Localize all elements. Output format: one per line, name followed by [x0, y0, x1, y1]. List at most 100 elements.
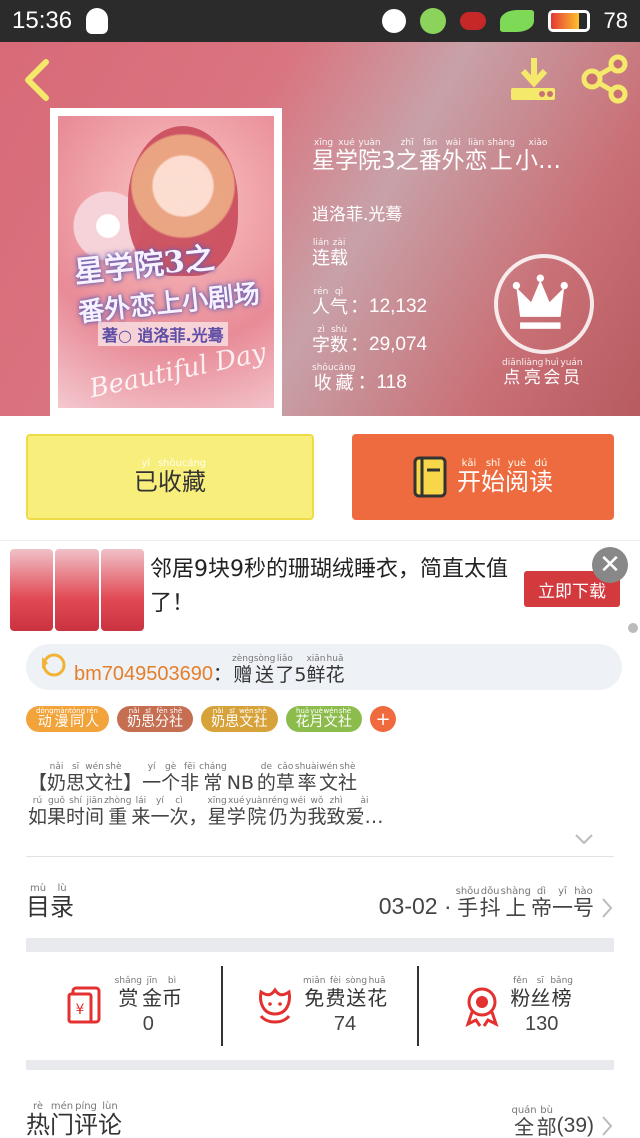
hot-comments-header: rè 热 mén 门 píng 评 lùn 论 quán 全 bù 部 (39) [26, 1092, 614, 1138]
catalog-row[interactable]: mù 目 lù 录 03-02 · shǒu 手 dǒu 抖 shàng 上 dì 帝 yī 一 hào 号 [26, 872, 614, 934]
ruby-char: xiǎo 小… [514, 138, 561, 174]
book-title: xīng 星 xué 学 yuàn 院 3 zhī 之 fān 番 wài 外 liàn 恋 shàng 上 x… [312, 138, 561, 174]
ruby-char: cáng 藏 [333, 363, 356, 394]
popularity-value: ：12,132 [350, 295, 428, 317]
ruby-char: rén 人 [85, 706, 100, 730]
book-cover[interactable]: 星学院3之 番外恋上小剧场 著○ 逍洛菲.光蓦 Beautiful Day [50, 108, 282, 416]
all-comments-label: quán 全 bù 部 [511, 1105, 556, 1138]
ruby-char: lái 来 [131, 796, 151, 829]
ruby-char: N [226, 772, 241, 795]
share-icon[interactable] [580, 54, 630, 104]
clock-icon [419, 8, 446, 34]
ruby-char: rú 如 [28, 796, 48, 829]
ad-banner[interactable]: 邻居9块9秒的珊瑚绒睡衣，简直太值了！ 立即下载 ✕ [0, 540, 640, 634]
download-icon[interactable] [508, 56, 558, 102]
ad-info-icon[interactable] [628, 623, 638, 633]
vip-member-button[interactable] [494, 254, 594, 354]
ruby-char: huā 花 [295, 706, 310, 730]
ruby-char: shàng 上 [487, 138, 515, 174]
gift-separator: ： [213, 663, 233, 685]
hot-comments-label: rè 热 mén 门 píng 评 lùn 论 [26, 1101, 122, 1138]
ruby-char: wǒ 我 [307, 796, 327, 829]
ruby-char: bǎng 榜 [550, 976, 573, 1010]
tag-item[interactable]: dòng 动 màn 漫 tóng 同 rén 人 [26, 706, 110, 732]
ruby-char: dòng 动 [36, 706, 54, 730]
ruby-char: dú 读 [529, 458, 553, 497]
stat-item[interactable]: ¥ shǎng 赏 jīn 金 bì 币 0 [26, 966, 221, 1046]
ruby-char: yī 一 [552, 885, 573, 920]
ruby-char: dì 帝 [531, 885, 552, 920]
book-status: lián 连 zài 载 [312, 238, 348, 269]
ruby-char: xīng 星 [207, 796, 227, 829]
cover-author: 著○ 逍洛菲.光蓦 [98, 322, 228, 346]
latest-chapter: 03-02 · shǒu 手 dǒu 抖 shàng 上 dì 帝 yī 一 hào 号 [379, 886, 614, 920]
tag-item[interactable]: nǎi 奶 sī 思 wén 文 shè 社 [201, 706, 278, 732]
ad-close-icon[interactable]: ✕ [592, 547, 628, 583]
ruby-char: shǎng 赏 [114, 976, 142, 1010]
divider [26, 856, 614, 857]
book-favorites: shōu 收 cáng 藏：118 [312, 354, 407, 394]
ruby-char: shè 社 [338, 762, 358, 795]
add-tag-button[interactable]: + [370, 706, 397, 732]
ruby-char: bù 部 [536, 1105, 557, 1138]
tag-item[interactable]: huā 花 yuè 月 wén 文 shè 社 [285, 706, 363, 732]
ruby-char: xué 学 [335, 138, 358, 174]
ruby-char: bì 币 [162, 976, 182, 1010]
ruby-char: zhòng 重 [104, 796, 132, 829]
ruby-char: cì 次 [169, 796, 189, 829]
ruby-char: wén 文 [239, 706, 254, 730]
ruby-char: shōu 收 [312, 363, 334, 394]
ruby-char: de 的 [256, 762, 276, 795]
book-description[interactable]: 【nǎi 奶 sī 思 wén 文 shè 社 】 yí 一 gè 个 fēi 非 cháng 常 N B d… [28, 760, 618, 828]
ruby-char: cháng 常 [199, 762, 227, 795]
ruby-char: shè 社 [169, 706, 184, 730]
book-word-count: zì 字 shù 数：29,074 [312, 316, 427, 356]
back-arrow-icon[interactable] [18, 58, 58, 102]
ruby-char: fěn 粉 [510, 976, 531, 1010]
megaphone-icon [42, 653, 66, 677]
description-line-2: rú 如 guǒ 果 shí 时 jiān 间 zhòng 重 lái 来 yí 一 cì 次 ， xīng 星 x… [28, 794, 618, 828]
ruby-char: nǎi 奶 [47, 762, 67, 795]
ruby-char: shè 社 [104, 762, 124, 795]
ruby-char: wài 外 [441, 138, 465, 174]
ruby-char: jīn 金 [142, 976, 162, 1010]
comment-count: (39) [556, 1114, 594, 1137]
battery-percent: 78 [603, 8, 628, 33]
gift-username[interactable]: bm7049503690 [74, 663, 213, 686]
ruby-char: huā 花 [325, 654, 345, 687]
cover-art: 星学院3之 番外恋上小剧场 著○ 逍洛菲.光蓦 Beautiful Day [58, 116, 274, 408]
status-bar: 15:36 78 [0, 0, 640, 42]
expand-chevron-down-icon[interactable] [574, 832, 594, 846]
ruby-char: gè 个 [161, 762, 181, 795]
ruby-char: zhī 之 [395, 138, 419, 174]
ruby-char: xué 学 [226, 796, 246, 829]
svg-text:¥: ¥ [75, 1002, 84, 1018]
ruby-char: xiān 鲜 [306, 654, 326, 687]
ruby-char: ài 爱… [345, 796, 384, 829]
qq-icon [86, 8, 109, 34]
ruby-char: diǎn 点 [502, 358, 522, 388]
ruby-char: zì 字 [312, 325, 330, 356]
ruby-char: xīng 星 [312, 138, 335, 174]
ruby-char: nǎi 奶 [127, 706, 142, 730]
ruby-char: píng 评 [74, 1100, 98, 1138]
ruby-char: 5 [294, 664, 307, 687]
chevron-right-icon [602, 1116, 613, 1136]
signal-leaf-icon [499, 10, 534, 32]
stat-item[interactable]: miǎn 免 fèi 费 sòng 送 huā 花 74 [220, 966, 418, 1046]
ruby-char: fēi 非 [180, 762, 200, 795]
ruby-char: fān 番 [418, 138, 442, 174]
ruby-char: quán 全 [511, 1105, 537, 1138]
ruby-char: nǎi 奶 [211, 706, 226, 730]
favorited-button[interactable]: yǐ 已 shōu 收 cáng 藏 [26, 434, 314, 520]
all-comments-link[interactable]: quán 全 bù 部 (39) [511, 1105, 614, 1138]
ruby-char: B [240, 772, 254, 795]
ruby-char: yǐ 已 [133, 458, 158, 497]
ruby-char: huì 会 [543, 358, 561, 388]
start-reading-button[interactable]: kāi 开 shǐ 始 yuè 阅 dú 读 [352, 434, 614, 520]
tag-item[interactable]: nǎi 奶 sī 思 fēn 分 shè 社 [117, 706, 194, 732]
ruby-char: yuè 阅 [505, 458, 529, 497]
word-count-label: zì 字 shù 数 [312, 316, 348, 356]
ruby-char: rén 人 [312, 287, 330, 318]
stat-item[interactable]: fěn 粉 sī 丝 bǎng 榜 130 [417, 966, 614, 1046]
